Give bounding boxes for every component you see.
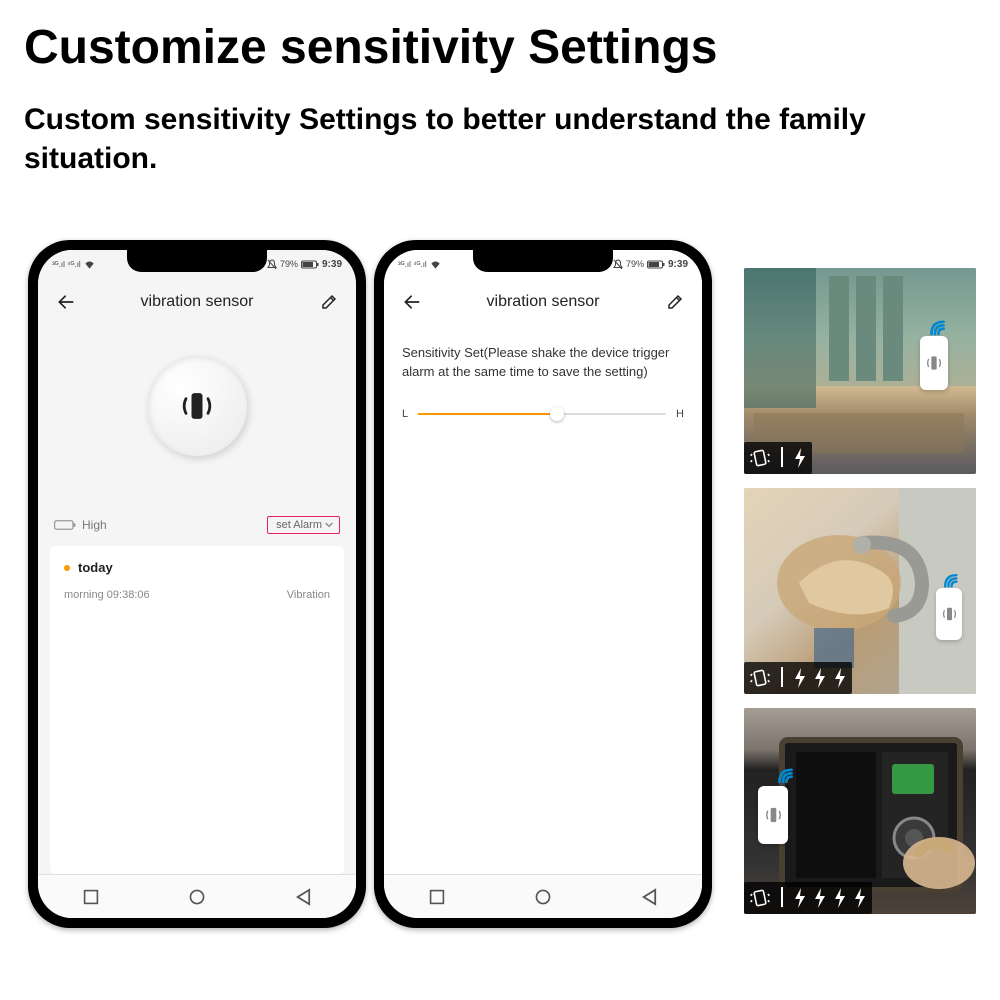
bolt-icon [813, 667, 827, 689]
vibration-badge-icon [749, 447, 771, 469]
app-header: vibration sensor [38, 278, 356, 326]
back-button[interactable] [56, 292, 76, 312]
slider-low-label: L [402, 408, 408, 420]
sensor-device-icon [936, 588, 962, 640]
scene-badges [744, 882, 872, 914]
status-time: 9:39 [668, 259, 688, 270]
vibration-icon [175, 384, 219, 428]
phone-notch [473, 250, 613, 272]
network-indicator: ³ᴳ.ıl ⁴ᴳ.ıl [398, 260, 427, 269]
sensitivity-instruction: Sensitivity Set(Please shake the device … [402, 344, 684, 382]
mute-icon [267, 259, 277, 270]
nav-recent-button[interactable] [76, 882, 106, 912]
today-marker-dot [64, 565, 70, 571]
battery-outline-icon [54, 519, 76, 531]
mute-icon [613, 259, 623, 270]
wifi-signal-icon [942, 570, 966, 590]
wifi-signal-icon [928, 316, 954, 338]
scene-door-handle [744, 488, 976, 694]
scene-thumbnails [744, 268, 976, 914]
today-label: today [78, 560, 113, 575]
network-indicator: ³ᴳ.ıl ⁴ᴳ.ıl [52, 260, 81, 269]
activity-log-card: today morning 09:38:06 Vibration [50, 546, 344, 874]
battery-percent: 79% [626, 259, 644, 269]
screen-title: vibration sensor [38, 293, 356, 311]
bolt-icon [833, 667, 847, 689]
battery-icon [647, 260, 665, 269]
nav-back-button[interactable] [288, 882, 318, 912]
sensitivity-slider[interactable] [418, 404, 666, 424]
page-subtitle: Custom sensitivity Settings to better un… [24, 100, 874, 178]
nav-home-button[interactable] [182, 882, 212, 912]
nav-recent-button[interactable] [422, 882, 452, 912]
scene-living-room [744, 268, 976, 474]
bolt-icon [833, 887, 847, 909]
android-nav-bar [38, 874, 356, 918]
sensor-device-icon [758, 786, 788, 844]
phone-2: ³ᴳ.ıl ⁴ᴳ.ıl 79% 9:39 vibration senso [374, 240, 712, 928]
log-entry-time: morning 09:38:06 [64, 589, 150, 601]
slider-thumb[interactable] [550, 407, 564, 421]
vibration-badge-icon [749, 887, 771, 909]
battery-icon [301, 260, 319, 269]
bolt-icon [793, 887, 807, 909]
bolt-icon [793, 447, 807, 469]
battery-status: High [54, 518, 107, 532]
app-header: vibration sensor [384, 278, 702, 326]
edit-button[interactable] [666, 293, 684, 311]
wifi-icon [84, 260, 95, 269]
phone-1: ³ᴳ.ıl ⁴ᴳ.ıl 79% 9:39 vibration senso [28, 240, 366, 928]
status-time: 9:39 [322, 259, 342, 270]
scene-safe [744, 708, 976, 914]
sensor-device-icon [920, 336, 948, 390]
log-heading: today [64, 560, 330, 575]
bolt-icon [853, 887, 867, 909]
screen-title: vibration sensor [384, 293, 702, 311]
vibration-badge-icon [749, 667, 771, 689]
vibration-indicator-circle [147, 356, 247, 456]
battery-percent: 79% [280, 259, 298, 269]
back-button[interactable] [402, 292, 422, 312]
nav-home-button[interactable] [528, 882, 558, 912]
phones-row: ³ᴳ.ıl ⁴ᴳ.ıl 79% 9:39 vibration senso [28, 240, 712, 928]
phone-notch [127, 250, 267, 272]
scene-badges [744, 662, 852, 694]
nav-back-button[interactable] [634, 882, 664, 912]
slider-high-label: H [676, 408, 684, 420]
wifi-signal-icon [776, 764, 802, 786]
edit-button[interactable] [320, 293, 338, 311]
scene-badges [744, 442, 812, 474]
page-title: Customize sensitivity Settings [24, 20, 718, 75]
bolt-icon [813, 887, 827, 909]
log-entry: morning 09:38:06 Vibration [64, 589, 330, 601]
set-alarm-label: set Alarm [276, 519, 322, 531]
sensitivity-slider-row: L H [402, 404, 684, 424]
bolt-icon [793, 667, 807, 689]
chevron-down-icon [325, 522, 333, 528]
wifi-icon [430, 260, 441, 269]
log-entry-type: Vibration [287, 589, 330, 601]
set-alarm-button[interactable]: set Alarm [267, 516, 340, 534]
android-nav-bar [384, 874, 702, 918]
battery-label: High [82, 518, 107, 532]
